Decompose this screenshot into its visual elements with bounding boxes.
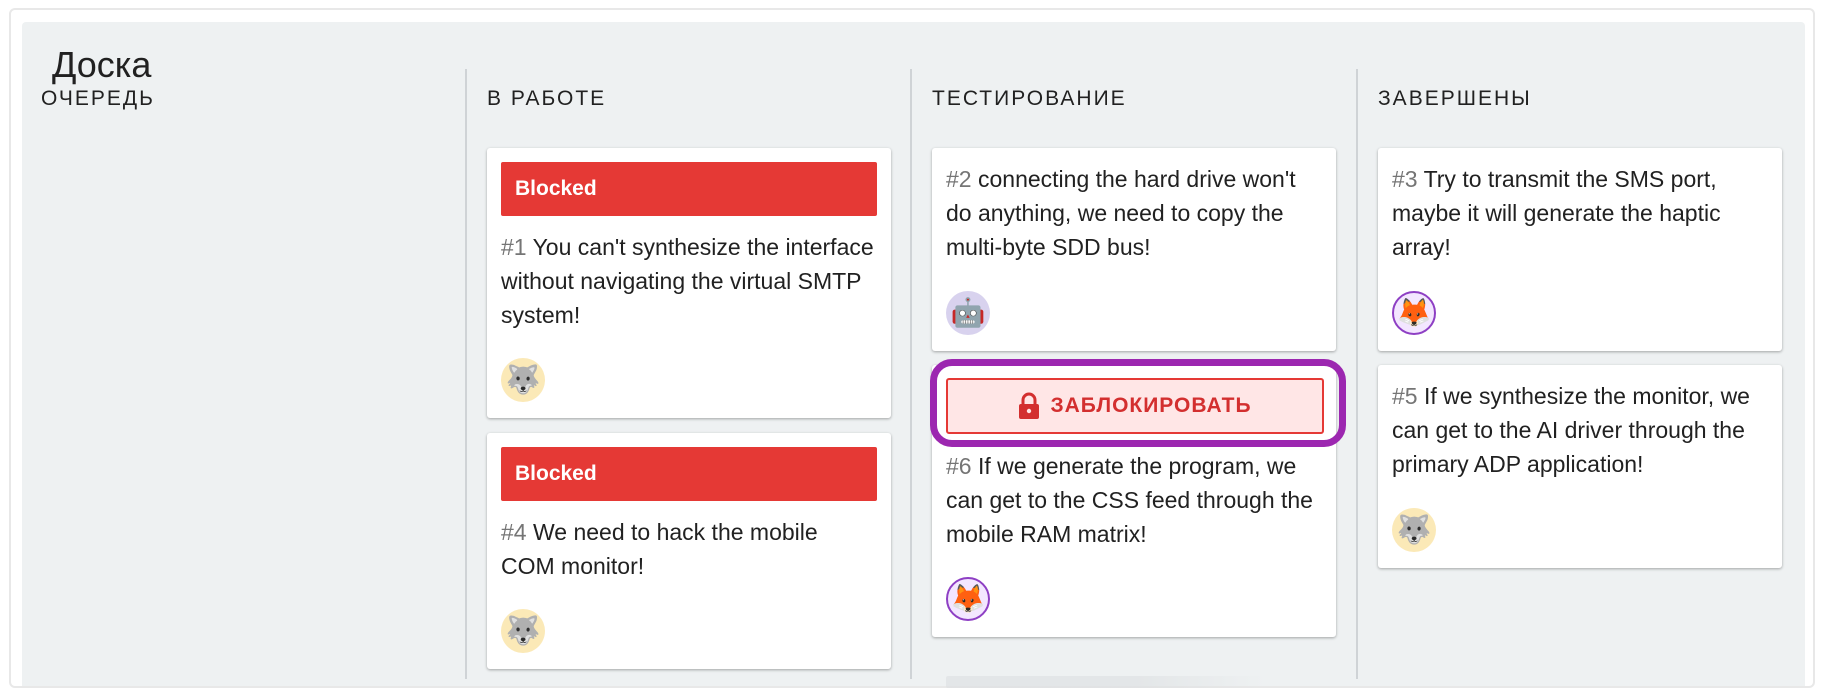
lock-icon xyxy=(1018,392,1040,420)
task-card[interactable]: #3 Try to transmit the SMS port, maybe i… xyxy=(1378,148,1782,351)
card-text: If we synthesize the monitor, we can get… xyxy=(1392,383,1750,477)
wolf-icon: 🐺 xyxy=(1392,508,1436,552)
task-card[interactable]: Blocked #4 We need to hack the mobile CO… xyxy=(487,433,891,669)
column-title: ТЕСТИРОВАНИЕ xyxy=(932,87,1127,110)
task-card[interactable]: #2 connecting the hard drive won't do an… xyxy=(932,148,1336,351)
column-title: В РАБОТЕ xyxy=(487,87,607,110)
column-divider xyxy=(910,69,912,679)
fox-icon: 🦊 xyxy=(1392,291,1436,335)
card-description: #3 Try to transmit the SMS port, maybe i… xyxy=(1392,162,1768,264)
card-description: #6 If we generate the program, we can ge… xyxy=(946,449,1322,551)
column-queue: ОЧЕРЕДЬ xyxy=(41,69,461,679)
card-text: If we generate the program, we can get t… xyxy=(946,453,1313,547)
card-text: We need to hack the mobile COM monitor! xyxy=(501,519,818,579)
wolf-icon: 🐺 xyxy=(501,358,545,402)
blocked-badge: Blocked xyxy=(501,162,877,216)
card-number: #1 xyxy=(501,234,527,260)
card-number: #5 xyxy=(1392,383,1418,409)
partial-card-hint xyxy=(946,676,1266,688)
card-description: #1 You can't synthesize the interface wi… xyxy=(501,230,877,332)
card-number: #2 xyxy=(946,166,972,192)
fox-icon: 🦊 xyxy=(946,577,990,621)
block-button[interactable]: ЗАБЛОКИРОВАТЬ xyxy=(946,378,1324,434)
card-number: #4 xyxy=(501,519,527,545)
card-description: #5 If we synthesize the monitor, we can … xyxy=(1392,379,1768,481)
card-text: You can't synthesize the interface witho… xyxy=(501,234,874,328)
column-title: ОЧЕРЕДЬ xyxy=(41,87,155,110)
task-card[interactable]: Blocked #1 You can't synthesize the inte… xyxy=(487,148,891,418)
blocked-badge: Blocked xyxy=(501,447,877,501)
card-number: #3 xyxy=(1392,166,1418,192)
card-description: #4 We need to hack the mobile COM monito… xyxy=(501,515,877,583)
card-text: Try to transmit the SMS port, maybe it w… xyxy=(1392,166,1721,260)
column-title: ЗАВЕРШЕНЫ xyxy=(1378,87,1532,110)
wolf-icon: 🐺 xyxy=(501,609,545,653)
card-description: #2 connecting the hard drive won't do an… xyxy=(946,162,1322,264)
robot-icon: 🤖 xyxy=(946,291,990,335)
card-text: connecting the hard drive won't do anyth… xyxy=(946,166,1296,260)
block-button-label: ЗАБЛОКИРОВАТЬ xyxy=(1050,394,1252,417)
card-number: #6 xyxy=(946,453,972,479)
column-divider xyxy=(465,69,467,679)
task-card[interactable]: #5 If we synthesize the monitor, we can … xyxy=(1378,365,1782,568)
column-divider xyxy=(1356,69,1358,679)
